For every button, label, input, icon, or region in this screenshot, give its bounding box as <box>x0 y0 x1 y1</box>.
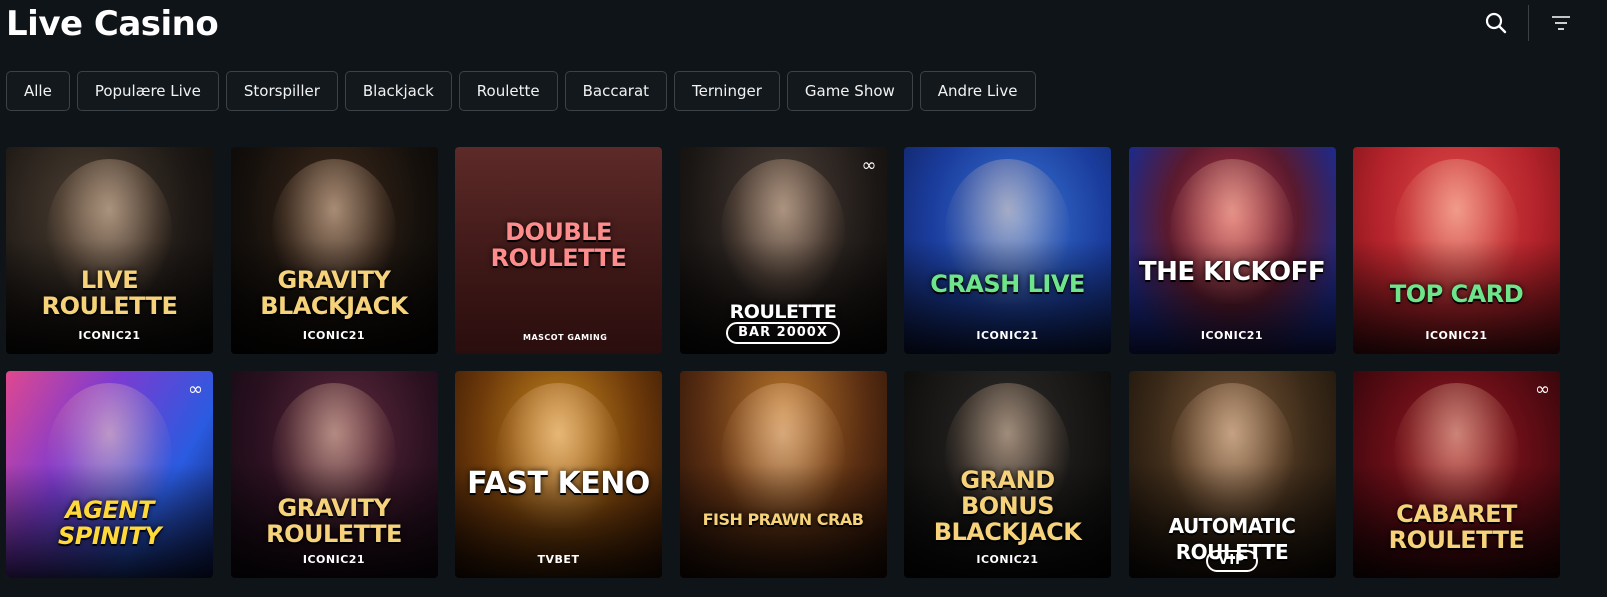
game-tile[interactable]: ∞ CABARET ROULETTE <box>1353 371 1560 578</box>
game-title: FISH PRAWN CRAB <box>702 510 864 529</box>
game-title: GRAVITY BLACKJACK <box>260 266 408 320</box>
game-tile[interactable]: GRAVITY ROULETTE ICONIC21 <box>230 371 438 578</box>
game-provider: ICONIC21 <box>1200 329 1264 342</box>
game-provider: ICONIC21 <box>1425 329 1488 342</box>
game-badge: VIP <box>1206 550 1258 572</box>
game-title: CRASH Live <box>930 270 1085 298</box>
infinity-icon: ∞ <box>188 379 203 400</box>
filter-chip-baccarat[interactable]: Baccarat <box>564 71 668 111</box>
header-tools <box>1478 4 1579 42</box>
filter-chip-game-show[interactable]: Game Show <box>786 71 913 111</box>
infinity-icon: ∞ <box>1535 379 1550 400</box>
game-tile[interactable]: FISH PRAWN CRAB <box>679 371 887 578</box>
category-filter-bar: Alle Populære Live Storspiller Blackjack… <box>6 71 1036 111</box>
game-provider: ICONIC21 <box>302 329 366 342</box>
filter-chip-terninger[interactable]: Terninger <box>674 71 780 111</box>
game-title: TOP CARD <box>1389 280 1524 308</box>
filter-chip-storspiller[interactable]: Storspiller <box>225 71 338 111</box>
game-tile[interactable]: DOUBLE ROULETTE MASCOT GAMING <box>455 147 662 354</box>
filter-chip-blackjack[interactable]: Blackjack <box>344 71 452 111</box>
game-title: GRAVITY ROULETTE <box>266 494 402 548</box>
game-title: THE KICKOFF <box>1138 257 1326 287</box>
game-tile[interactable]: THE KICKOFF ICONIC21 <box>1128 147 1336 354</box>
filter-chip-roulette[interactable]: Roulette <box>458 71 558 111</box>
game-badge-wrap: VIP <box>1129 546 1336 572</box>
game-provider: ICONIC21 <box>302 553 366 566</box>
game-tile[interactable]: GRAND BONUS BLACKJACK ICONIC21 <box>904 371 1111 578</box>
game-provider: ICONIC21 <box>976 553 1039 566</box>
filter-chip-andre-live[interactable]: Andre Live <box>919 71 1036 111</box>
page-title: Live Casino <box>6 4 219 44</box>
game-badge-wrap: BAR 2000X <box>680 318 887 344</box>
filter-icon <box>1552 16 1570 30</box>
search-button[interactable] <box>1478 5 1514 41</box>
infinity-icon: ∞ <box>861 155 877 176</box>
game-provider: TVBET <box>537 553 580 566</box>
filter-chip-alle[interactable]: Alle <box>6 71 70 111</box>
game-tile[interactable]: TOP CARD ICONIC21 <box>1353 147 1560 354</box>
game-title: AGENT SPINITY <box>57 496 162 550</box>
game-tile[interactable]: GRAVITY BLACKJACK ICONIC21 <box>230 147 438 354</box>
game-tile[interactable]: CRASH Live ICONIC21 <box>904 147 1111 354</box>
filter-chip-populaere-live[interactable]: Populære Live <box>76 71 219 111</box>
live-casino-page: Live Casino Alle Populære Live Storspill… <box>0 0 1607 597</box>
game-tile[interactable]: ∞ AGENT SPINITY <box>6 371 213 578</box>
game-tile[interactable]: LIVE ROULETTE ICONIC21 <box>6 147 213 354</box>
game-provider: ICONIC21 <box>976 329 1039 342</box>
game-title: FAST KENO <box>467 466 650 501</box>
search-icon <box>1485 12 1507 34</box>
game-title: LIVE ROULETTE <box>41 266 178 320</box>
game-title: DOUBLE ROULETTE <box>490 218 627 272</box>
game-tile[interactable]: FAST KENO TVBET <box>455 371 662 578</box>
header-divider <box>1528 5 1529 41</box>
filter-button[interactable] <box>1543 5 1579 41</box>
game-tile[interactable]: ∞ ROULETTE BAR 2000X <box>679 147 887 354</box>
game-title: CABARET ROULETTE <box>1388 500 1525 554</box>
game-title: GRAND BONUS BLACKJACK <box>933 466 1082 546</box>
game-provider: ICONIC21 <box>78 329 141 342</box>
game-badge: BAR 2000X <box>726 322 840 344</box>
game-tile[interactable]: AUTOMATIC ROULETTE VIP <box>1128 371 1336 578</box>
game-provider: MASCOT GAMING <box>523 333 608 342</box>
game-grid: LIVE ROULETTE ICONIC21 GRAVITY BLACKJACK… <box>6 147 1560 578</box>
